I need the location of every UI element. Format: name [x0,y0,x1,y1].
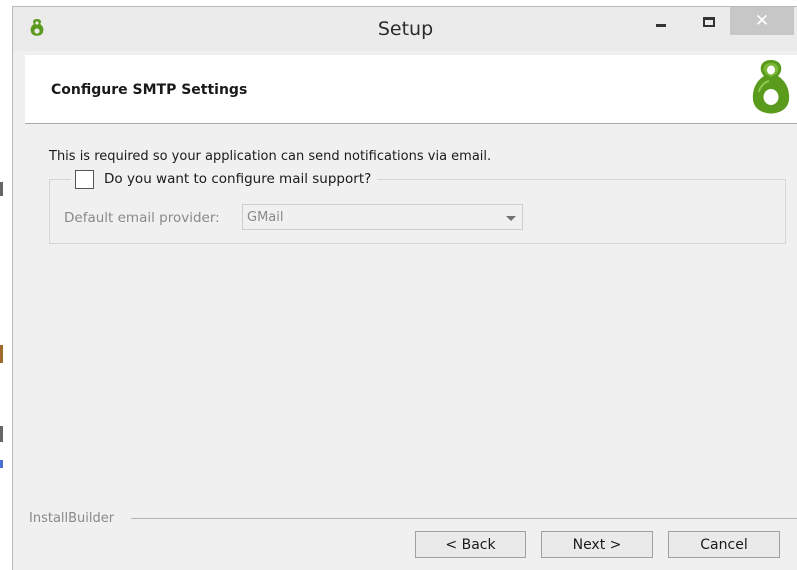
mail-support-label[interactable]: Do you want to configure mail support? [104,171,371,187]
cancel-button[interactable]: Cancel [668,531,780,558]
page-title: Configure SMTP Settings [51,82,248,98]
footer-divider [131,518,797,519]
installbuilder-brand: InstallBuilder [29,511,115,526]
mail-support-legend: Do you want to configure mail support? [71,168,378,190]
next-button[interactable]: Next > [541,531,653,558]
email-provider-value: GMail [247,209,284,225]
page-header: Configure SMTP Settings [25,55,797,124]
background-window-edge [0,345,3,363]
email-provider-select[interactable]: GMail [242,204,523,230]
email-provider-label: Default email provider: [64,210,220,226]
background-window-edge [0,460,3,468]
maximize-button[interactable] [693,7,725,37]
minimize-icon [656,23,666,27]
window-title: Setup [377,18,434,40]
title-bar[interactable]: Setup ✕ [13,7,797,51]
background-window-edge [0,182,3,196]
close-icon: ✕ [754,11,770,31]
maximize-icon [703,17,715,27]
description-text: This is required so your application can… [49,149,492,164]
back-button[interactable]: < Back [415,531,526,558]
mail-support-checkbox[interactable] [75,169,94,189]
dropdown-arrow-icon [506,216,516,221]
setup-window: Setup ✕ Configure SMTP Settings This is … [12,6,797,570]
close-button[interactable]: ✕ [730,7,794,35]
minimize-button[interactable] [645,7,677,37]
installbuilder-logo-icon [752,60,790,114]
background-window-edge [0,426,3,442]
